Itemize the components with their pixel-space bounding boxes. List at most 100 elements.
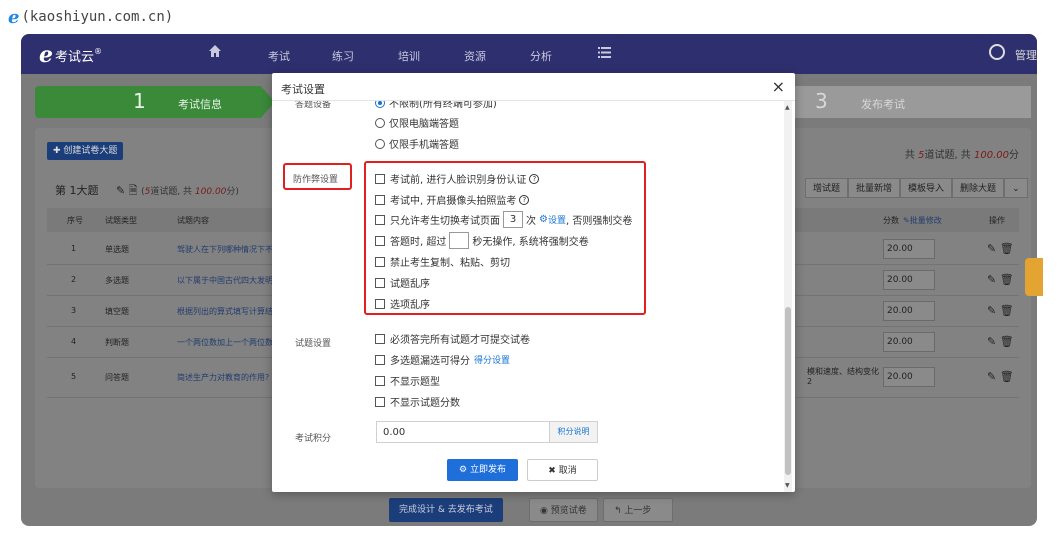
score-input[interactable]: 20.00 — [883, 332, 935, 352]
edit-pencil-icon[interactable]: ✎ — [116, 184, 125, 197]
exam-points-label: 考试积分 — [295, 434, 332, 444]
url-bar: e (kaoshiyun.com.cn) — [8, 6, 173, 28]
radio-checked[interactable] — [375, 101, 385, 108]
step-publish[interactable]: 3 发布考试 — [795, 86, 1031, 118]
gear-icon: ⚙ — [459, 465, 470, 475]
idle-seconds-input[interactable] — [449, 232, 470, 249]
finish-design-button[interactable]: 完成设计 & 去发布考试 — [389, 498, 503, 522]
brand-name: 考试云 — [55, 49, 95, 65]
paper-settings-label: 试题设置 — [295, 339, 332, 349]
template-import-button[interactable]: 模板导入 — [900, 178, 953, 198]
scroll-up-icon[interactable]: ▲ — [785, 104, 790, 111]
device-unlimited-option[interactable]: 不限制(所有终端可参加) — [375, 101, 497, 110]
col-no: 序号 — [67, 216, 83, 225]
admin-menu[interactable]: 管理 — [1015, 47, 1037, 63]
nav-resources[interactable]: 资源 — [464, 48, 486, 64]
site-logo-icon: e — [8, 6, 20, 28]
create-section-button[interactable]: ✚ 创建试卷大题 — [47, 142, 124, 160]
col-ops: 操作 — [989, 216, 1005, 225]
modal-title: 考试设置 — [281, 83, 325, 96]
switch-count-input[interactable]: 3 — [503, 211, 523, 228]
col-score: 分数 — [883, 216, 899, 225]
scroll-down-icon[interactable]: ▼ — [785, 482, 790, 489]
brand-logo[interactable]: e 考试云 ® — [39, 42, 102, 68]
score-input[interactable]: 20.00 — [883, 367, 935, 387]
brand-mark: ® — [94, 46, 103, 56]
home-icon[interactable] — [208, 44, 222, 58]
edit-delete-icons[interactable]: ✎ 🗑 — [987, 335, 1014, 348]
delete-section-button[interactable]: 删除大题 — [952, 178, 1005, 198]
edit-delete-icons[interactable]: ✎ 🗑 — [987, 370, 1014, 383]
radio[interactable] — [375, 117, 385, 128]
add-question-button[interactable]: 增试题 — [805, 178, 849, 198]
previous-step-button[interactable]: ↰ 上一步 — [603, 498, 673, 522]
close-x-icon: ✖ — [548, 466, 559, 476]
step-label: 发布考试 — [861, 98, 905, 111]
nav-training[interactable]: 培训 — [398, 48, 420, 64]
modal-header: 考试设置 × — [272, 73, 795, 101]
scroll-thumb[interactable] — [785, 307, 791, 475]
idle-limit-checkbox[interactable]: 答题时, 超过 秒无操作, 系统将强制交卷 — [375, 232, 589, 249]
list-menu-icon[interactable] — [598, 47, 611, 58]
plus-icon: ✚ — [53, 146, 64, 156]
device-mobile-option[interactable]: 仅限手机端答题 — [375, 136, 459, 151]
eye-icon: ◉ — [540, 506, 551, 516]
settings-icon: ⚙ — [539, 214, 548, 225]
radio[interactable] — [375, 138, 385, 149]
hide-score-checkbox[interactable]: 不显示试题分数 — [375, 394, 460, 409]
edit-delete-icons[interactable]: ✎ 🗑 — [987, 304, 1014, 317]
preview-paper-button[interactable]: ◉ 预览试卷 — [529, 498, 598, 522]
score-input[interactable]: 20.00 — [883, 301, 935, 321]
col-content: 试题内容 — [177, 216, 209, 225]
step-number: 3 — [815, 89, 828, 113]
cancel-button[interactable]: ✖ 取消 — [527, 459, 598, 481]
switch-settings-link[interactable]: 设置 — [548, 213, 566, 226]
chevron-down-icon[interactable]: ⌄ — [1004, 178, 1028, 198]
shuffle-questions-checkbox[interactable]: 试题乱序 — [375, 275, 430, 290]
publish-now-button[interactable]: ⚙ 立即发布 — [447, 459, 518, 481]
step-label: 考试信息 — [178, 98, 222, 111]
answer-device-label: 答题设备 — [295, 101, 332, 110]
nav-practice[interactable]: 练习 — [332, 48, 354, 64]
score-input[interactable]: 20.00 — [883, 270, 935, 290]
top-navigation: e 考试云 ® 考试 练习 培训 资源 分析 管理 — [21, 34, 1037, 74]
modal-scrollbar[interactable]: ▲ ▼ — [784, 101, 792, 492]
back-arrow-icon: ↰ — [614, 506, 625, 516]
points-help-button[interactable]: 积分说明 — [549, 422, 597, 442]
multi-partial-checkbox[interactable]: 多选题漏选可得分 得分设置 — [375, 352, 510, 367]
face-verify-checkbox[interactable]: 考试前, 进行人脸识别身份认证? — [375, 171, 540, 186]
camera-monitor-checkbox[interactable]: 考试中, 开启摄像头拍照监考? — [375, 192, 530, 207]
close-icon[interactable]: × — [772, 77, 785, 96]
step-exam-info[interactable]: 1 考试信息 — [35, 86, 275, 118]
help-icon: ? — [529, 173, 540, 184]
exam-points-input[interactable]: 0.00 积分说明 — [376, 421, 598, 443]
no-copy-checkbox[interactable]: 禁止考生复制、粘贴、剪切 — [375, 254, 510, 269]
anti-cheat-label: 防作弊设置 — [293, 175, 339, 185]
device-pc-option[interactable]: 仅限电脑端答题 — [375, 115, 459, 130]
shuffle-options-checkbox[interactable]: 选项乱序 — [375, 296, 430, 311]
batch-edit-link[interactable]: ✎批量修改 — [903, 215, 942, 226]
score-input[interactable]: 20.00 — [883, 239, 935, 259]
help-icon: ? — [519, 194, 530, 205]
user-avatar-icon[interactable] — [989, 44, 1005, 60]
edit-delete-icons[interactable]: ✎ 🗑 — [987, 273, 1014, 286]
scoring-settings-link[interactable]: 得分设置 — [474, 353, 510, 366]
section-actions: 增试题 批量新增 模板导入 删除大题 ⌄ — [805, 178, 1028, 198]
must-finish-checkbox[interactable]: 必须答完所有试题才可提交试卷 — [375, 331, 530, 346]
paper-total: 共 5道试题, 共 100.00分 — [904, 150, 1019, 161]
hide-type-checkbox[interactable]: 不显示题型 — [375, 373, 440, 388]
nav-analysis[interactable]: 分析 — [530, 48, 552, 64]
document-icon: 🗎 — [128, 184, 138, 197]
col-type: 试题类型 — [105, 216, 137, 225]
step-number: 1 — [133, 89, 146, 113]
brand-e-icon: e — [39, 42, 53, 68]
exam-settings-modal: 考试设置 × 答题设备 不限制(所有终端可参加) 仅限电脑端答题 仅限手机端答题… — [272, 73, 795, 492]
url-text: (kaoshiyun.com.cn) — [21, 9, 174, 25]
switch-limit-checkbox[interactable]: 只允许考生切换考试页面 3 次 ⚙ 设置 , 否则强制交卷 — [375, 211, 632, 228]
batch-add-button[interactable]: 批量新增 — [848, 178, 901, 198]
section-title: 第 1大题 ✎ 🗎 (5道试题, 共 100.00分) — [55, 184, 239, 197]
side-help-tab[interactable] — [1025, 258, 1043, 296]
edit-delete-icons[interactable]: ✎ 🗑 — [987, 242, 1014, 255]
bottom-actions: 完成设计 & 去发布考试 ◉ 预览试卷 ↰ 上一步 — [21, 492, 1037, 526]
nav-exam[interactable]: 考试 — [268, 48, 290, 64]
